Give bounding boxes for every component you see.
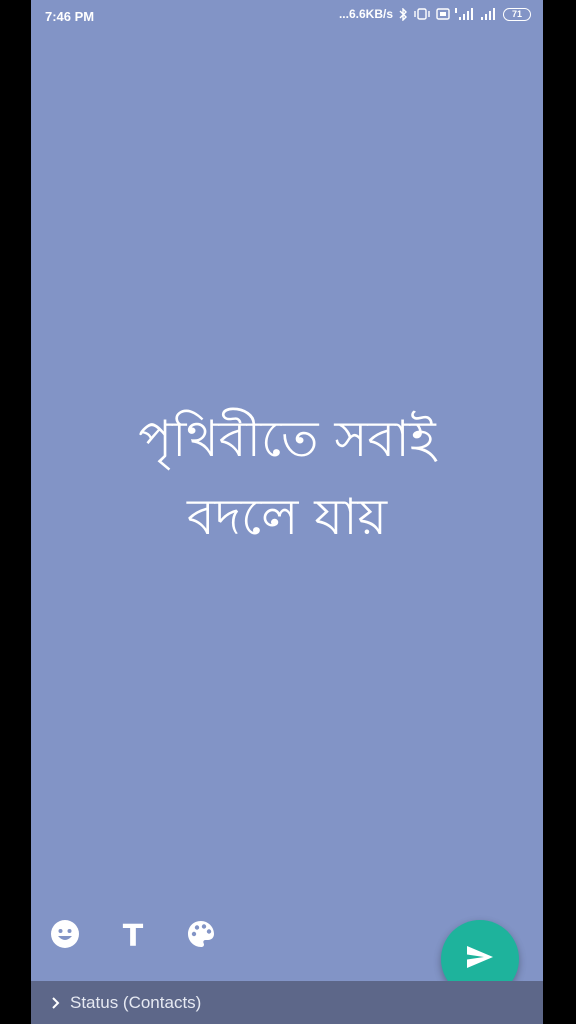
text-tool-button[interactable]: T bbox=[117, 918, 149, 954]
palette-icon bbox=[186, 919, 216, 954]
signal-icon bbox=[480, 7, 498, 21]
chevron-right-icon bbox=[51, 996, 60, 1010]
status-text-line: পৃথিবীতে সবাই bbox=[138, 410, 436, 468]
vibrate-icon bbox=[413, 8, 431, 20]
network-speed: ...6.6KB/s bbox=[338, 7, 393, 21]
status-audience-label: Status (Contacts) bbox=[70, 992, 202, 1012]
emoji-button[interactable] bbox=[49, 919, 81, 954]
emoji-icon bbox=[50, 919, 80, 954]
status-time: 7:46 PM bbox=[45, 9, 95, 24]
color-palette-button[interactable] bbox=[185, 920, 217, 952]
volte-icon bbox=[436, 8, 450, 20]
status-text-line: বদলে যায় bbox=[186, 488, 388, 546]
battery-indicator: 71 bbox=[503, 7, 531, 21]
send-icon bbox=[465, 944, 495, 975]
status-text[interactable]: পৃথিবীতে সবাই বদলে যায় bbox=[31, 400, 543, 556]
status-audience-bar[interactable]: Status (Contacts) bbox=[31, 981, 543, 1024]
text-tool-label: T bbox=[122, 918, 144, 954]
signal-4g-icon bbox=[455, 7, 475, 21]
editor-toolbar: T bbox=[49, 918, 217, 954]
status-icons: ...6.6KB/s 71 bbox=[339, 7, 531, 21]
status-composer-screen: 7:46 PM ...6.6KB/s 71 পৃথিবীতে সবাই বদলে… bbox=[31, 0, 543, 1024]
bluetooth-icon bbox=[398, 7, 408, 21]
status-bar: 7:46 PM ...6.6KB/s 71 bbox=[31, 0, 543, 34]
